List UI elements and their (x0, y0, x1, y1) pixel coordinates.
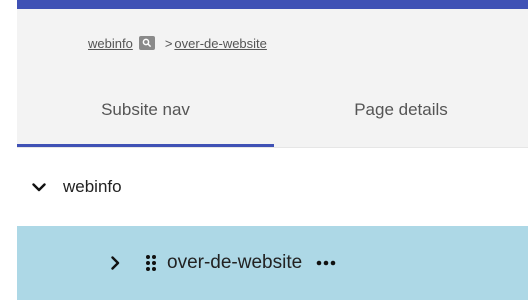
breadcrumb: webinfo > over-de-website (88, 34, 267, 52)
tab-page-details-label: Page details (354, 100, 448, 119)
top-accent-bar (17, 0, 528, 9)
breadcrumb-root-link[interactable]: webinfo (88, 36, 133, 51)
tree-node-selected[interactable]: over-de-website (17, 226, 528, 300)
tab-subsite-nav-label: Subsite nav (101, 100, 190, 119)
search-icon[interactable] (138, 36, 155, 50)
tree-node-root[interactable]: webinfo (17, 148, 528, 226)
chevron-down-icon[interactable] (27, 175, 51, 199)
breadcrumb-separator: > (164, 35, 173, 51)
tree-node-child-label[interactable]: over-de-website (167, 252, 302, 274)
tab-subsite-nav[interactable]: Subsite nav (17, 72, 274, 148)
breadcrumb-current-link[interactable]: over-de-website (174, 36, 267, 51)
chevron-right-icon[interactable] (103, 251, 127, 275)
tree-node-root-label: webinfo (63, 177, 122, 196)
more-horizontal-icon[interactable] (312, 251, 340, 275)
tab-page-details[interactable]: Page details (274, 72, 528, 148)
tab-bar: Subsite nav Page details (17, 72, 528, 148)
drag-handle-icon[interactable] (141, 251, 161, 275)
